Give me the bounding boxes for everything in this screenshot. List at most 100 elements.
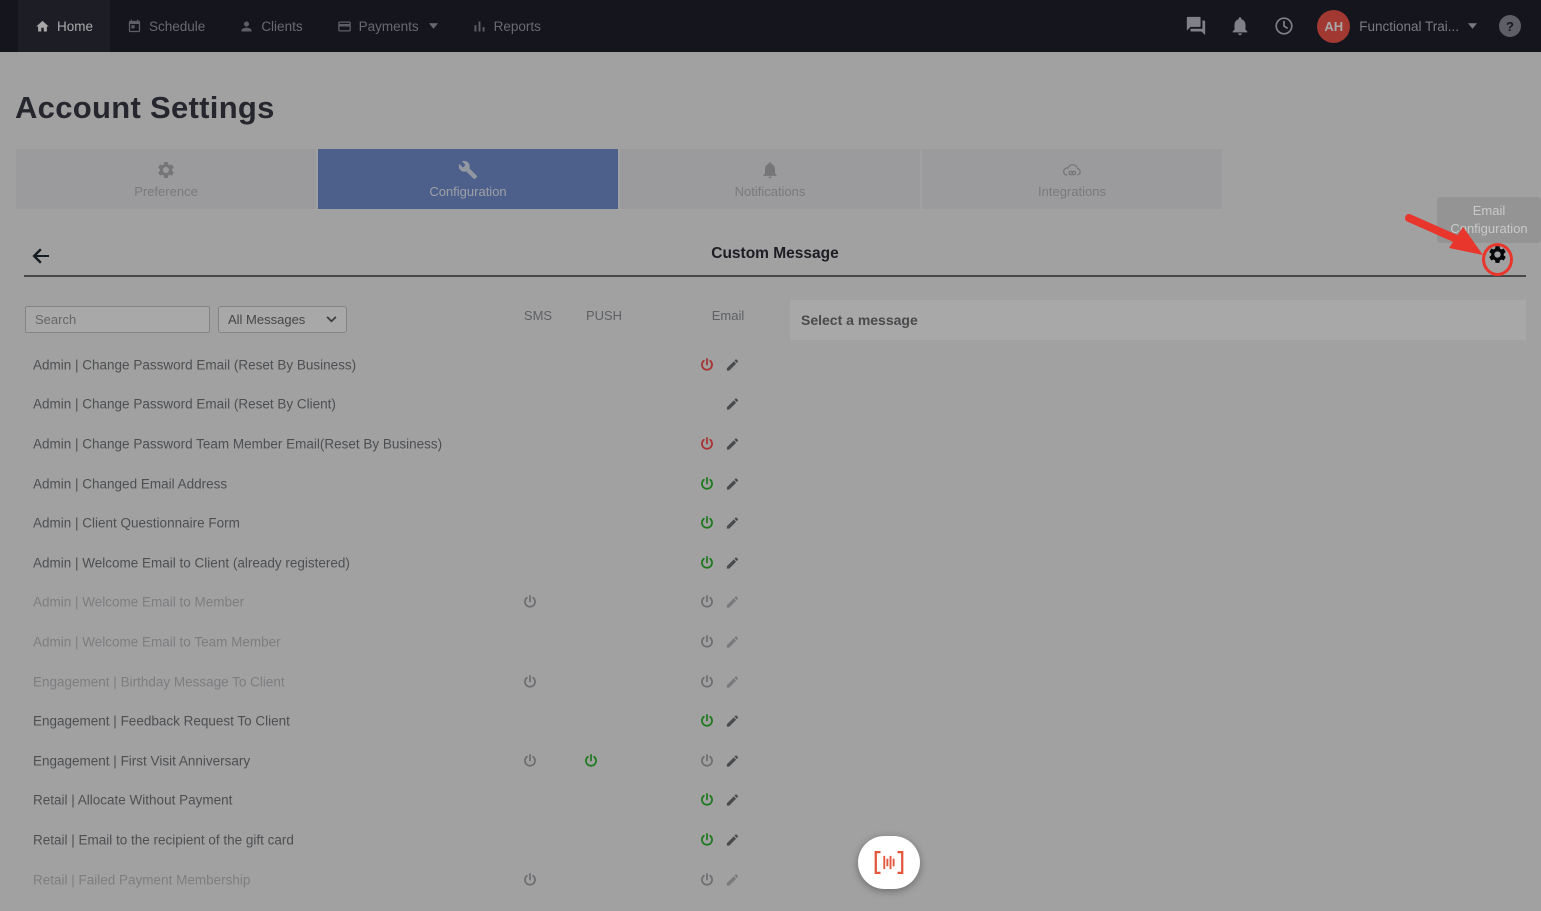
message-row[interactable]: Admin | Change Password Team Member Emai… <box>24 424 769 464</box>
email-toggle[interactable] <box>699 634 715 650</box>
clock-icon[interactable] <box>1273 15 1295 37</box>
email-toggle[interactable] <box>699 713 715 729</box>
power-icon <box>699 594 715 610</box>
panel-header: Custom Message <box>24 235 1526 277</box>
message-row[interactable]: Admin | Change Password Email (Reset By … <box>24 345 769 385</box>
nav-item-schedule[interactable]: Schedule <box>110 0 222 52</box>
edit-button[interactable] <box>725 832 740 847</box>
message-row[interactable]: Admin | Welcome Email to Team Member <box>24 622 769 662</box>
pencil-icon <box>725 872 740 887</box>
edit-button[interactable] <box>725 516 740 531</box>
sms-toggle[interactable] <box>522 674 538 690</box>
power-icon <box>522 594 538 610</box>
chevron-down-icon <box>429 23 438 29</box>
message-list: Admin | Change Password Email (Reset By … <box>24 345 769 899</box>
pencil-icon <box>725 516 740 531</box>
message-label: Admin | Client Questionnaire Form <box>33 516 240 531</box>
custom-message-panel: Custom Message All Messages SMS PUSH Ema… <box>24 235 1526 899</box>
sms-toggle[interactable] <box>522 872 538 888</box>
account-menu[interactable]: AH Functional Trai... <box>1317 10 1477 43</box>
edit-button[interactable] <box>725 753 740 768</box>
email-toggle[interactable] <box>699 872 715 888</box>
bell-icon[interactable] <box>1229 15 1251 37</box>
message-label: Engagement | Feedback Request To Client <box>33 714 290 729</box>
message-row[interactable]: Admin | Welcome Email to Client (already… <box>24 543 769 583</box>
panel-body: All Messages SMS PUSH Email Admin | Chan… <box>24 277 1526 899</box>
message-row[interactable]: Retail | Allocate Without Payment <box>24 781 769 821</box>
panel-title: Custom Message <box>24 245 1526 263</box>
power-icon <box>699 832 715 848</box>
tab-preference[interactable]: Preference <box>16 149 316 209</box>
cloud-icon <box>1062 160 1082 180</box>
search-input[interactable] <box>25 306 210 333</box>
message-detail-panel: Select a message <box>790 300 1526 911</box>
message-row[interactable]: Admin | Changed Email Address <box>24 464 769 504</box>
message-label: Retail | Email to the recipient of the g… <box>33 832 294 847</box>
sms-toggle[interactable] <box>522 594 538 610</box>
email-toggle[interactable] <box>699 792 715 808</box>
calendar-icon <box>127 19 142 34</box>
pencil-icon <box>725 436 740 451</box>
nav-item-clients[interactable]: Clients <box>222 0 319 52</box>
email-toggle[interactable] <box>699 555 715 571</box>
push-toggle[interactable] <box>583 753 599 769</box>
edit-button[interactable] <box>725 674 740 689</box>
barcode-badge-button[interactable] <box>858 836 920 889</box>
filter-row: All Messages SMS PUSH Email <box>24 300 769 328</box>
email-toggle[interactable] <box>699 476 715 492</box>
pencil-icon <box>725 753 740 768</box>
nav-item-payments[interactable]: Payments <box>320 0 455 52</box>
chevron-down-icon <box>326 316 337 323</box>
pencil-icon <box>725 397 740 412</box>
nav-right-actions: AH Functional Trai... ? <box>1185 0 1521 52</box>
edit-button[interactable] <box>725 436 740 451</box>
message-label: Admin | Change Password Team Member Emai… <box>33 436 442 451</box>
edit-button[interactable] <box>725 357 740 372</box>
nav-item-home[interactable]: Home <box>18 0 110 52</box>
message-row[interactable]: Admin | Welcome Email to Member <box>24 583 769 623</box>
tab-configuration[interactable]: Configuration <box>318 149 618 209</box>
help-icon[interactable]: ? <box>1499 15 1521 37</box>
email-configuration-gear-button[interactable] <box>1487 244 1508 265</box>
email-toggle[interactable] <box>699 674 715 690</box>
email-toggle[interactable] <box>699 594 715 610</box>
email-toggle[interactable] <box>699 357 715 373</box>
message-row[interactable]: Engagement | Feedback Request To Client <box>24 701 769 741</box>
tab-integrations[interactable]: Integrations <box>922 149 1222 209</box>
sms-toggle[interactable] <box>522 753 538 769</box>
edit-button[interactable] <box>725 872 740 887</box>
nav-item-reports[interactable]: Reports <box>455 0 558 52</box>
message-filter-select[interactable]: All Messages <box>218 306 347 333</box>
avatar[interactable]: AH <box>1317 10 1350 43</box>
power-icon <box>699 753 715 769</box>
edit-button[interactable] <box>725 634 740 649</box>
power-icon <box>699 357 715 373</box>
message-label: Engagement | First Visit Anniversary <box>33 753 250 768</box>
edit-button[interactable] <box>725 793 740 808</box>
nav-label: Reports <box>494 19 541 34</box>
edit-button[interactable] <box>725 397 740 412</box>
message-row[interactable]: Admin | Change Password Email (Reset By … <box>24 385 769 425</box>
edit-button[interactable] <box>725 714 740 729</box>
message-label: Admin | Change Password Email (Reset By … <box>33 397 336 412</box>
person-icon <box>239 19 254 34</box>
email-toggle[interactable] <box>699 832 715 848</box>
select-value: All Messages <box>228 312 305 327</box>
power-icon <box>699 515 715 531</box>
email-toggle[interactable] <box>699 515 715 531</box>
edit-button[interactable] <box>725 555 740 570</box>
edit-button[interactable] <box>725 595 740 610</box>
message-row[interactable]: Engagement | First Visit Anniversary <box>24 741 769 781</box>
email-toggle[interactable] <box>699 753 715 769</box>
message-row[interactable]: Admin | Client Questionnaire Form <box>24 503 769 543</box>
email-toggle[interactable] <box>699 436 715 452</box>
edit-button[interactable] <box>725 476 740 491</box>
chat-icon[interactable] <box>1185 15 1207 37</box>
power-icon <box>699 713 715 729</box>
message-row[interactable]: Engagement | Birthday Message To Client <box>24 662 769 702</box>
tab-notifications[interactable]: Notifications <box>620 149 920 209</box>
pencil-icon <box>725 595 740 610</box>
message-label: Admin | Welcome Email to Client (already… <box>33 555 350 570</box>
message-row[interactable]: Retail | Email to the recipient of the g… <box>24 820 769 860</box>
message-row[interactable]: Retail | Failed Payment Membership <box>24 860 769 900</box>
